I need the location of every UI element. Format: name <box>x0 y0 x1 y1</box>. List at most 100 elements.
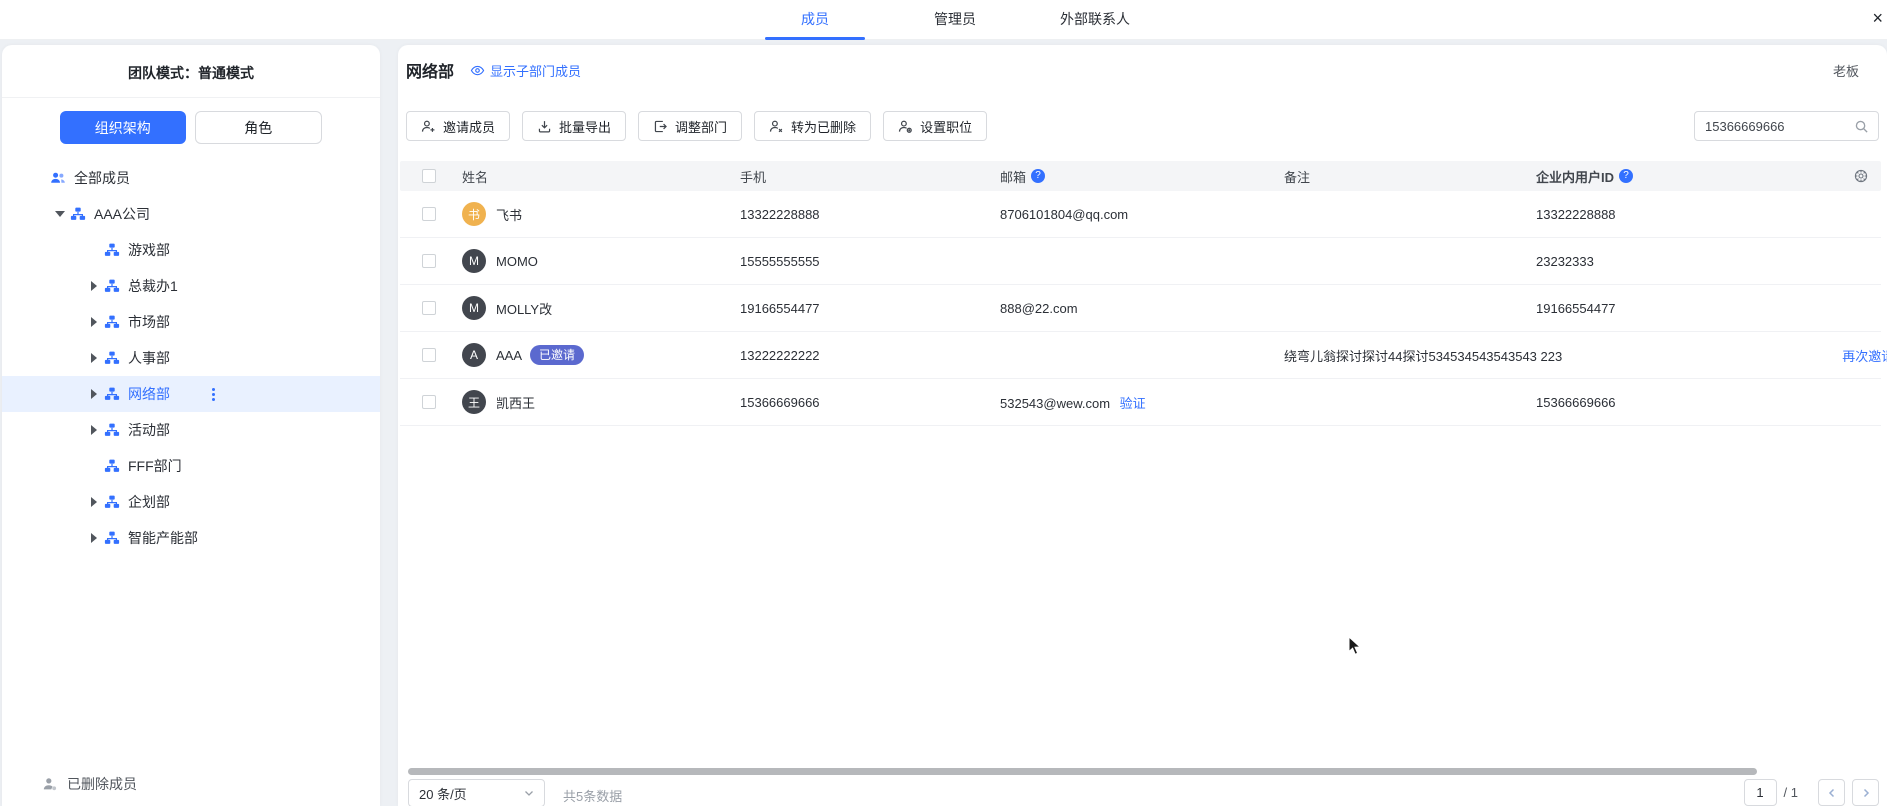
close-icon[interactable]: × <box>1872 8 1883 28</box>
search-icon[interactable] <box>1854 119 1869 134</box>
member-row: M MOMO 15555555555 23232333 <box>400 238 1881 285</box>
verify-email-link[interactable]: 验证 <box>1120 396 1146 411</box>
table-body: 书 飞书 13322228888 8706101804@qq.com 13322… <box>400 191 1881 426</box>
tree-item-label: AAA公司 <box>94 204 150 224</box>
column-remark: 备注 <box>1284 167 1536 186</box>
column-settings-gear-icon[interactable] <box>1853 168 1869 184</box>
members-table: 姓名 手机 邮箱 ? 备注 企业内用户ID ? 书 飞 <box>400 161 1881 426</box>
member-name: 凯西王 <box>496 393 535 412</box>
member-avatar: M <box>462 296 486 320</box>
caret-right-icon[interactable] <box>91 497 97 507</box>
tree-caret[interactable] <box>84 353 104 363</box>
select-all-checkbox[interactable] <box>422 169 436 183</box>
member-email: 888@22.com <box>1000 301 1078 316</box>
deleted-members-entry[interactable]: 已删除成员 <box>2 762 380 806</box>
column-user-id-label: 企业内用户ID <box>1536 167 1614 186</box>
caret-right-icon[interactable] <box>91 281 97 291</box>
row-checkbox[interactable] <box>422 207 436 221</box>
column-name: 姓名 <box>462 167 740 186</box>
tree-item[interactable]: AAA公司 <box>2 196 380 232</box>
department-icon <box>104 242 120 258</box>
member-user-id: 19166554477 <box>1536 301 1816 316</box>
batch-export-button[interactable]: 批量导出 <box>522 111 626 141</box>
tree-item[interactable]: 网络部 <box>2 376 380 412</box>
tab-members[interactable]: 成员 <box>745 0 885 40</box>
user-id-help-icon[interactable]: ? <box>1619 169 1633 183</box>
horizontal-scrollbar[interactable] <box>408 768 1757 775</box>
caret-right-icon[interactable] <box>91 317 97 327</box>
tree-item[interactable]: 人事部 <box>2 340 380 376</box>
person-add-icon <box>421 119 436 134</box>
page-size-select[interactable]: 20 条/页 <box>408 779 545 806</box>
member-row: 王 凯西王 15366669666 532543@wew.com 验证 1536… <box>400 379 1881 426</box>
caret-down-icon[interactable] <box>55 211 65 217</box>
tree-item[interactable]: 市场部 <box>2 304 380 340</box>
member-avatar: 王 <box>462 390 486 414</box>
person-remove-icon <box>769 119 784 134</box>
member-row: A AAA 已邀请 13222222222 绕弯儿翁探讨探讨44探讨534534… <box>400 332 1881 379</box>
page-number-input[interactable] <box>1744 779 1777 806</box>
transfer-dept-icon <box>653 119 668 134</box>
member-user-id: 15366669666 <box>1536 395 1816 410</box>
row-checkbox[interactable] <box>422 395 436 409</box>
tree-caret[interactable] <box>84 389 104 399</box>
tree-item[interactable]: 总裁办1 <box>2 268 380 304</box>
tab-admins[interactable]: 管理员 <box>885 0 1025 40</box>
person-role-icon <box>898 119 913 134</box>
row-checkbox[interactable] <box>422 348 436 362</box>
set-position-button[interactable]: 设置职位 <box>883 111 987 141</box>
caret-right-icon[interactable] <box>91 425 97 435</box>
member-email: 532543@wew.com <box>1000 396 1110 411</box>
tree-caret[interactable] <box>84 425 104 435</box>
row-checkbox[interactable] <box>422 301 436 315</box>
adjust-department-button[interactable]: 调整部门 <box>638 111 742 141</box>
column-phone: 手机 <box>740 167 1000 186</box>
department-tree: 全部成员 AAA公司 <box>2 160 380 556</box>
caret-right-icon[interactable] <box>91 533 97 543</box>
department-icon <box>104 278 120 294</box>
tab-admins-label: 管理员 <box>934 11 976 27</box>
tree-item[interactable]: FFF部门 <box>2 448 380 484</box>
pagination-bar: 20 条/页 共5条数据 / 1 <box>398 779 1887 806</box>
people-icon <box>50 170 66 186</box>
invite-member-label: 邀请成员 <box>443 117 495 136</box>
set-position-label: 设置职位 <box>920 117 972 136</box>
tab-external-contacts[interactable]: 外部联系人 <box>1025 0 1165 40</box>
invited-status-badge: 已邀请 <box>530 345 584 365</box>
tree-item-label: 智能产能部 <box>128 528 198 548</box>
show-subdepartment-label: 显示子部门成员 <box>490 61 581 80</box>
total-pages-label: / 1 <box>1784 779 1798 806</box>
member-search-input[interactable] <box>1705 119 1854 134</box>
reinvite-link[interactable]: 再次邀请 <box>1842 349 1887 364</box>
tree-item[interactable]: 游戏部 <box>2 232 380 268</box>
tree-caret[interactable] <box>84 497 104 507</box>
row-checkbox[interactable] <box>422 254 436 268</box>
department-icon <box>104 350 120 366</box>
tree-item[interactable]: 企划部 <box>2 484 380 520</box>
tree-caret[interactable] <box>84 281 104 291</box>
tree-item-label: 企划部 <box>128 492 170 512</box>
tree-caret[interactable] <box>84 533 104 543</box>
tree-item[interactable]: 活动部 <box>2 412 380 448</box>
previous-page-button[interactable] <box>1818 779 1845 806</box>
caret-right-icon[interactable] <box>91 389 97 399</box>
member-name: MOLLY改 <box>496 299 552 318</box>
email-help-icon[interactable]: ? <box>1031 169 1045 183</box>
move-to-deleted-button[interactable]: 转为已删除 <box>754 111 871 141</box>
org-structure-button[interactable]: 组织架构 <box>60 111 186 144</box>
more-menu-icon[interactable] <box>212 393 215 396</box>
export-icon <box>537 119 552 134</box>
column-user-id: 企业内用户ID ? <box>1536 167 1816 186</box>
invite-member-button[interactable]: 邀请成员 <box>406 111 510 141</box>
show-subdepartment-toggle[interactable]: 显示子部门成员 <box>470 61 581 80</box>
member-user-id: 23232333 <box>1536 254 1816 269</box>
tree-caret[interactable] <box>50 211 70 217</box>
tab-group: 成员 管理员 外部联系人 <box>745 0 1165 40</box>
tree-item[interactable]: 智能产能部 <box>2 520 380 556</box>
caret-right-icon[interactable] <box>91 353 97 363</box>
tree-item[interactable]: 全部成员 <box>2 160 380 196</box>
tree-caret[interactable] <box>84 317 104 327</box>
role-button[interactable]: 角色 <box>195 111 323 144</box>
next-page-button[interactable] <box>1852 779 1879 806</box>
member-avatar: M <box>462 249 486 273</box>
